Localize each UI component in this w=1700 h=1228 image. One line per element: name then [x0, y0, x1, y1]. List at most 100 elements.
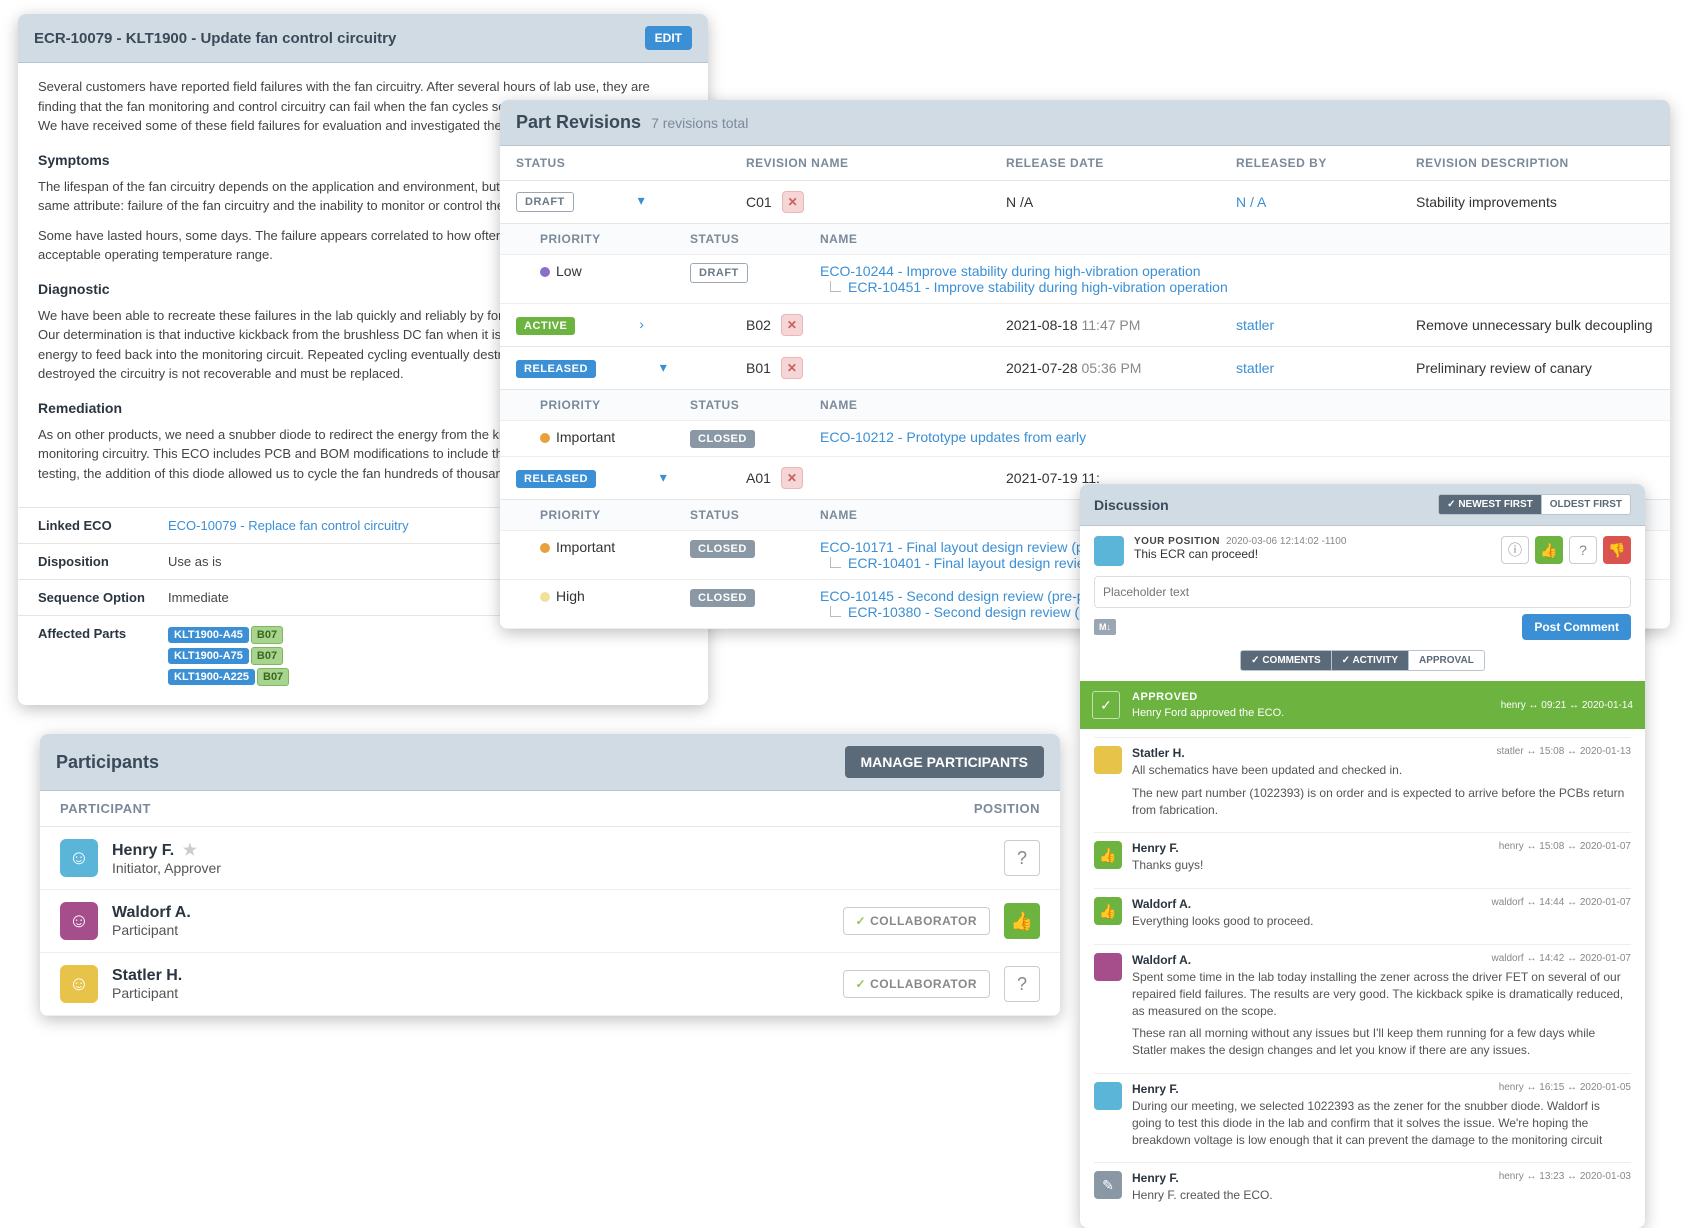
priority-label: Low: [556, 263, 582, 279]
status-chip: RELEASED: [516, 470, 596, 488]
thumbs-down-button[interactable]: 👎: [1603, 536, 1631, 564]
part-tag[interactable]: KLT1900-A45: [168, 627, 249, 643]
release-date: 2021-07-28 05:36 PM: [1006, 360, 1236, 376]
part-tag[interactable]: KLT1900-A75: [168, 648, 249, 664]
participant-name: Statler H.: [112, 967, 829, 985]
eco-sub-row: Important CLOSED ECO-10212 - Prototype u…: [500, 421, 1670, 457]
revisions-header: Part Revisions 7 revisions total: [500, 100, 1670, 146]
released-by[interactable]: statler: [1236, 360, 1416, 376]
thumbs-up-button[interactable]: 👍: [1535, 536, 1563, 564]
linked-eco-label: Linked ECO: [38, 518, 168, 533]
comment: henry ↔ 16:15 ↔ 2020-01-05 Henry F. Duri…: [1094, 1073, 1631, 1162]
comment-input[interactable]: [1094, 576, 1631, 608]
question-icon[interactable]: ?: [1004, 966, 1040, 1002]
sub-status-chip: CLOSED: [690, 540, 755, 558]
collaborator-badge: ✓COLLABORATOR: [843, 907, 990, 935]
rev-tag: B07: [257, 668, 289, 686]
revision-row: DRAFT ▾ C01 ✕ N /A N / A Stability impro…: [500, 181, 1670, 224]
eco-link[interactable]: ECO-10244 - Improve stability during hig…: [820, 263, 1654, 279]
expand-chevron-icon[interactable]: ▾: [638, 192, 645, 208]
delete-button[interactable]: ✕: [781, 357, 803, 379]
revisions-subtitle: 7 revisions total: [651, 115, 748, 131]
info-button[interactable]: ⓘ: [1501, 536, 1529, 564]
comment-text: Everything looks good to proceed.: [1132, 913, 1631, 930]
filter-approval[interactable]: APPROVAL: [1409, 650, 1485, 671]
col-position: POSITION: [974, 801, 1040, 816]
revisions-column-headers: STATUS REVISION NAME RELEASE DATE RELEAS…: [500, 146, 1670, 181]
vote-group: ⓘ 👍 ? 👎: [1501, 536, 1631, 564]
col-by: RELEASED BY: [1236, 156, 1416, 170]
delete-button[interactable]: ✕: [781, 467, 803, 489]
question-icon[interactable]: ?: [1004, 840, 1040, 876]
col-participant: PARTICIPANT: [60, 801, 974, 816]
released-by: N / A: [1236, 194, 1416, 210]
filter-row: ✓ COMMENTS ✓ ACTIVITY APPROVAL: [1094, 650, 1631, 671]
participant-row: ☺ Statler H. Participant ✓COLLABORATOR?: [40, 953, 1060, 1016]
filter-comments[interactable]: ✓ COMMENTS: [1240, 650, 1332, 671]
revision-name: C01: [746, 194, 772, 210]
comment-meta: waldorf ↔ 14:44 ↔ 2020-01-07: [1491, 897, 1631, 908]
thumbs-up-icon[interactable]: 👍: [1004, 903, 1040, 939]
approved-check-icon: ✓: [1092, 691, 1120, 719]
delete-button[interactable]: ✕: [782, 191, 804, 213]
participant-name: Waldorf A.: [112, 904, 829, 922]
disposition-label: Disposition: [38, 554, 168, 569]
your-position-row: YOUR POSITION2020-03-06 12:14:02 -1100 T…: [1094, 536, 1631, 566]
comment: waldorf ↔ 14:42 ↔ 2020-01-07 Waldorf A. …: [1094, 944, 1631, 1073]
comment-text: The new part number (1022393) is on orde…: [1132, 785, 1631, 819]
released-by[interactable]: statler: [1236, 317, 1416, 333]
revision-name: B01: [746, 360, 771, 376]
your-position-meta: YOUR POSITION2020-03-06 12:14:02 -1100: [1134, 536, 1346, 547]
filter-activity[interactable]: ✓ ACTIVITY: [1332, 650, 1409, 671]
priority-dot-icon: [540, 543, 550, 553]
expand-chevron-icon[interactable]: ▾: [660, 359, 667, 375]
participant-name: Henry F. ★: [112, 840, 990, 860]
eco-sub-row: Low DRAFT ECO-10244 - Improve stability …: [500, 255, 1670, 304]
participant-role: Participant: [112, 922, 829, 938]
approved-text: Henry Ford approved the ECO.: [1132, 707, 1284, 719]
status-chip: DRAFT: [516, 192, 574, 212]
comment-text: These ran all morning without any issues…: [1132, 1025, 1631, 1059]
sort-newest-button[interactable]: ✓ NEWEST FIRST: [1438, 494, 1542, 515]
markdown-icon: M↓: [1094, 619, 1116, 635]
revision-desc: Stability improvements: [1416, 194, 1654, 210]
discussion-body: YOUR POSITION2020-03-06 12:14:02 -1100 T…: [1080, 526, 1645, 1228]
revisions-title: Part Revisions: [516, 112, 641, 133]
comment-avatar: [1094, 1082, 1122, 1110]
manage-participants-button[interactable]: MANAGE PARTICIPANTS: [845, 746, 1044, 778]
eco-link[interactable]: ECR-10451 - Improve stability during hig…: [820, 279, 1654, 295]
expand-chevron-icon[interactable]: ▾: [660, 469, 667, 485]
part-tag[interactable]: KLT1900-A225: [168, 669, 255, 685]
discussion-panel: Discussion ✓ NEWEST FIRST OLDEST FIRST Y…: [1080, 484, 1645, 1228]
linked-eco-link[interactable]: ECO-10079 - Replace fan control circuitr…: [168, 518, 409, 533]
participant-role: Initiator, Approver: [112, 860, 990, 876]
participants-columns: PARTICIPANT POSITION: [40, 791, 1060, 827]
comment-meta: henry ↔ 13:23 ↔ 2020-01-03: [1499, 1171, 1631, 1182]
eco-link[interactable]: ECO-10212 - Prototype updates from early: [820, 429, 1654, 445]
expand-chevron-icon[interactable]: ›: [639, 316, 644, 332]
delete-button[interactable]: ✕: [781, 314, 803, 336]
post-comment-button[interactable]: Post Comment: [1522, 614, 1631, 640]
participants-rows: ☺ Henry F. ★ Initiator, Approver ?☺ Wald…: [40, 827, 1060, 1016]
discussion-title: Discussion: [1094, 497, 1169, 513]
comment-meta: henry ↔ 16:15 ↔ 2020-01-05: [1499, 1082, 1631, 1093]
post-row: M↓ Post Comment: [1094, 614, 1631, 640]
comment: 👍 waldorf ↔ 14:44 ↔ 2020-01-07 Waldorf A…: [1094, 888, 1631, 944]
priority-label: Important: [556, 429, 615, 445]
participants-title: Participants: [56, 752, 159, 773]
edit-button[interactable]: EDIT: [645, 26, 692, 50]
release-date: N /A: [1006, 194, 1236, 210]
revision-row: RELEASED ▾ B01 ✕ 2021-07-28 05:36 PM sta…: [500, 347, 1670, 390]
question-button[interactable]: ?: [1569, 536, 1597, 564]
discussion-header: Discussion ✓ NEWEST FIRST OLDEST FIRST: [1080, 484, 1645, 526]
status-chip: ACTIVE: [516, 317, 575, 335]
revision-desc: Preliminary review of canary: [1416, 360, 1654, 376]
rev-tag: B07: [251, 647, 283, 665]
avatar: ☺: [60, 965, 98, 1003]
priority-label: High: [556, 588, 585, 604]
sub-status-chip: DRAFT: [690, 263, 748, 283]
comments-list: statler ↔ 15:08 ↔ 2020-01-13 Statler H. …: [1094, 737, 1631, 1218]
sort-oldest-button[interactable]: OLDEST FIRST: [1542, 494, 1631, 515]
release-date: 2021-08-18 11:47 PM: [1006, 317, 1236, 333]
affected-parts-list: KLT1900-A45B07KLT1900-A75B07KLT1900-A225…: [168, 626, 688, 689]
